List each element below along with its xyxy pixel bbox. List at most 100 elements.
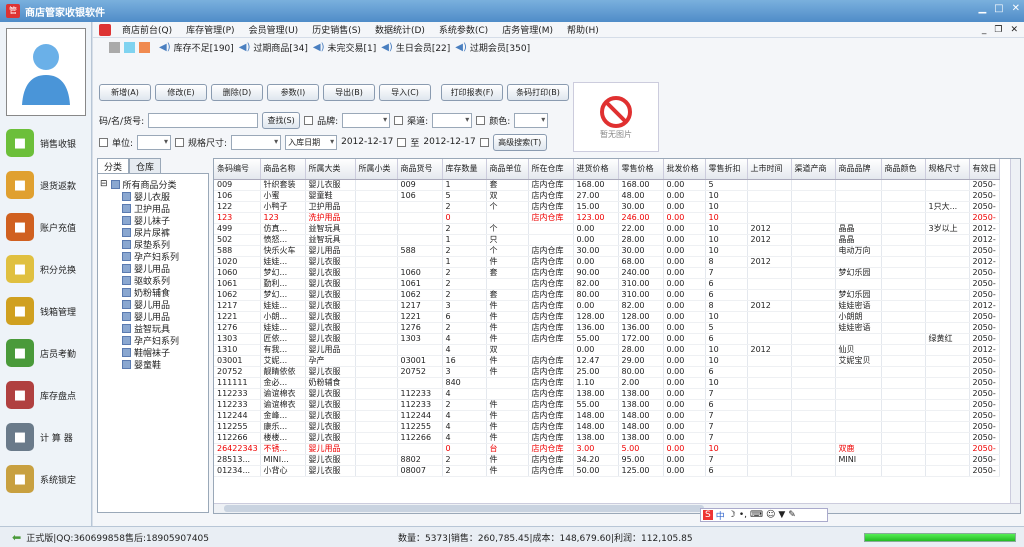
channel-select[interactable] (432, 112, 473, 128)
theme-gray-swatch[interactable] (109, 41, 120, 53)
moon-icon[interactable]: ☽ (728, 510, 736, 520)
print-barcode-button[interactable]: 条码打印(B) (507, 84, 569, 101)
sidebar-item-4[interactable]: ■ 钱箱管理 (0, 290, 91, 332)
unit-select[interactable] (137, 134, 172, 150)
table-row[interactable]: 112233 谕谊棉衣 婴儿衣服 112233 4 店内仓库 138.00 138.00 0.0… (214, 388, 1000, 400)
toolbar-button-5[interactable]: 导入(C) (379, 84, 431, 101)
table-row[interactable]: 03001 艾妮... 孕产 03001 16 件店内仓库 12.47 29.00 0.00 10… (214, 355, 1000, 367)
table-row[interactable]: 1061 勤利... 婴儿衣服 1061 2 店内仓库 82.00 310.00 0.00 6 20… (214, 278, 1000, 290)
tree-node[interactable]: 尿垫系列 (100, 238, 206, 251)
toolbar-button-4[interactable]: 导出(B) (323, 84, 375, 101)
tree-node[interactable]: 婴儿用品 (100, 262, 206, 275)
column-header[interactable]: 零售折扣 (705, 159, 748, 180)
color-select[interactable] (514, 112, 549, 128)
tree-node[interactable]: 婴童鞋 (100, 358, 206, 371)
minimize-icon[interactable]: ▁ (978, 3, 986, 14)
table-row[interactable]: 588 快乐火车 婴儿用品 588 2 个店内仓库 30.00 30.00 0.00 10 电动万向… (214, 245, 1000, 257)
table-row[interactable]: 1062 梦幻... 婴儿衣服 1062 2 套店内仓库 80.00 310.00 0.00 6 梦… (214, 289, 1000, 301)
mdi-minimize-icon[interactable]: _ (982, 25, 987, 35)
menu-item-1[interactable]: 库存管理(P) (179, 23, 241, 36)
tab-category[interactable]: 分类 (97, 158, 130, 174)
tree-node[interactable]: 婴儿衣服 (100, 190, 206, 203)
sidebar-item-7[interactable]: ■ 计 算 器 (0, 416, 91, 458)
date-from-picker-icon[interactable] (397, 137, 407, 147)
table-row[interactable]: 502 愤怒... 益智玩具 1 只 0.00 28.00 0.00 10 2012 晶晶 2012- (214, 234, 1000, 246)
column-header[interactable]: 规格尺寸 (925, 159, 970, 180)
size-select[interactable] (231, 134, 282, 150)
tree-node[interactable]: 益智玩具 (100, 322, 206, 335)
table-row[interactable]: 112244 金峰... 婴儿衣服 112244 4 件店内仓库 148.00 148.00 0… (214, 410, 1000, 422)
alert-link-1[interactable]: ◀) 过期商品[34] (239, 41, 308, 54)
column-header[interactable]: 商品颜色 (881, 159, 926, 180)
table-row[interactable]: 26422343 不锈... 婴儿用品 0 台店内仓库 3.00 5.00 0.00 10 双鹿 2… (214, 443, 1000, 455)
horizontal-scrollbar[interactable] (214, 503, 1020, 513)
date-to[interactable]: 2012-12-17 (423, 137, 475, 147)
column-header[interactable]: 进货价格 (573, 159, 619, 180)
sidebar-item-8[interactable]: ■ 系统锁定 (0, 458, 91, 500)
size-checkbox[interactable] (175, 137, 185, 147)
ime-toolbar[interactable]: S 中 ☽ •, ⌨ ☺ ▼ ✎ (700, 508, 828, 522)
sidebar-item-6[interactable]: ■ 库存盘点 (0, 374, 91, 416)
table-row[interactable]: 122 小鸭子 卫护用品 2 个店内仓库 15.00 30.00 0.00 10 1只大... 20… (214, 201, 1000, 213)
date-to-picker-icon[interactable] (479, 137, 489, 147)
toolbar-button-2[interactable]: 删除(D) (211, 84, 263, 101)
tree-node[interactable]: 奶粉辅食 (100, 286, 206, 299)
brand-checkbox[interactable] (304, 115, 314, 125)
column-header[interactable]: 上市时间 (747, 159, 792, 180)
table-row[interactable]: 1060 梦幻... 婴儿衣服 1060 2 套店内仓库 90.00 240.00 0.00 7 梦… (214, 267, 1000, 279)
column-header[interactable]: 有效日 (969, 159, 1000, 180)
sidebar-item-1[interactable]: ■ 退货返款 (0, 164, 91, 206)
table-row[interactable]: 1221 小朗... 婴儿衣服 1221 6 件店内仓库 128.00 128.00 0.00 1… (214, 311, 1000, 323)
table-row[interactable]: 1276 娃娃... 婴儿衣服 1276 2 件店内仓库 136.00 136.00 0.00 5… (214, 322, 1000, 334)
menu-item-2[interactable]: 会员管理(U) (242, 23, 306, 36)
table-row[interactable]: 112233 谕谊棉衣 婴儿衣服 112233 2 件店内仓库 55.00 138.00 0.0… (214, 399, 1000, 411)
tools-icon[interactable]: ✎ (788, 510, 796, 520)
punct-icon[interactable]: •, (739, 510, 747, 520)
menu-item-4[interactable]: 数据统计(D) (368, 23, 432, 36)
tree-root[interactable]: ⊟ 所有商品分类 (100, 178, 206, 191)
table-row[interactable]: 123 123 洗护用品 0 店内仓库 123.00 246.00 0.00 10 2050- (214, 212, 1000, 224)
theme-blue-swatch[interactable] (124, 41, 135, 53)
table-row[interactable]: 112266 楼楼... 婴儿衣服 112266 4 件店内仓库 138.00 138.00 0… (214, 432, 1000, 444)
column-header[interactable]: 零售价格 (618, 159, 664, 180)
sidebar-item-0[interactable]: ■ 销售收银 (0, 122, 91, 164)
date-from[interactable]: 2012-12-17 (341, 137, 393, 147)
ime-mode[interactable]: 中 (716, 509, 725, 522)
column-header[interactable]: 渠道产商 (791, 159, 836, 180)
search-button[interactable]: 查找(S) (262, 111, 301, 129)
vertical-scrollbar[interactable] (1010, 159, 1020, 513)
alert-link-2[interactable]: ◀) 未完交易[1] (313, 41, 376, 54)
mdi-close-icon[interactable]: ✕ (1010, 25, 1018, 35)
table-row[interactable]: 111111 金必... 奶粉辅食 840 店内仓库 1.10 2.00 0.00 10 2050… (214, 377, 1000, 389)
menu-item-0[interactable]: 商店前台(Q) (115, 23, 179, 36)
keyboard-icon[interactable]: ⌨ (750, 510, 763, 520)
column-header[interactable]: 库存数量 (442, 159, 487, 180)
menu-item-5[interactable]: 系统参数(C) (432, 23, 495, 36)
unit-checkbox[interactable] (99, 137, 108, 147)
column-header[interactable]: 商品品牌 (835, 159, 882, 180)
table-row[interactable]: 20752 靓睛依依 婴儿衣服 20752 3 件店内仓库 25.00 80.00 0.00 6 2… (214, 366, 1000, 378)
table-row[interactable]: 28513... MINI... 婴儿衣服 8802 2 件店内仓库 34.20 95.00 0… (214, 454, 1000, 466)
table-row[interactable]: 1310 有我... 婴儿用品 4 双 0.00 28.00 0.00 10 2012 仙贝 2012… (214, 344, 1000, 356)
column-header[interactable]: 商品单位 (486, 159, 529, 180)
mdi-restore-icon[interactable]: ❐ (994, 25, 1002, 35)
close-icon[interactable]: ✕ (1012, 3, 1020, 14)
table-row[interactable]: 106 小蜜 婴童鞋 106 5 双店内仓库 27.00 48.00 0.00 10 2050- (214, 190, 1000, 202)
alert-link-3[interactable]: ◀) 生日会员[22] (381, 41, 450, 54)
table-row[interactable]: 1020 娃娃... 婴儿衣服 1 件店内仓库 0.00 68.00 0.00 8 2012 201… (214, 256, 1000, 268)
tree-node[interactable]: 卫护用品 (100, 202, 206, 215)
sidebar-item-3[interactable]: ■ 积分兑换 (0, 248, 91, 290)
menu-item-7[interactable]: 帮助(H) (560, 23, 606, 36)
toolbar-button-0[interactable]: 新增(A) (99, 84, 151, 101)
toolbar-button-1[interactable]: 修改(E) (155, 84, 207, 101)
table-row[interactable]: 009 针织套装 婴儿衣服 009 1 套店内仓库 168.00 168.00 0.00 5 205… (214, 179, 1000, 191)
menu-item-3[interactable]: 历史销售(S) (305, 23, 368, 36)
column-header[interactable]: 商品货号 (397, 159, 443, 180)
sidebar-item-2[interactable]: ■ 账户充值 (0, 206, 91, 248)
column-header[interactable]: 所属大类 (305, 159, 356, 180)
alert-link-4[interactable]: ◀) 过期会员[350] (455, 41, 530, 54)
channel-checkbox[interactable] (394, 115, 404, 125)
maximize-icon[interactable]: □ (994, 3, 1003, 14)
table-row[interactable]: 01234... 小背心 婴儿衣服 08007 2 件店内仓库 50.00 125.00 0.0… (214, 465, 1000, 477)
brand-select[interactable] (342, 112, 391, 128)
